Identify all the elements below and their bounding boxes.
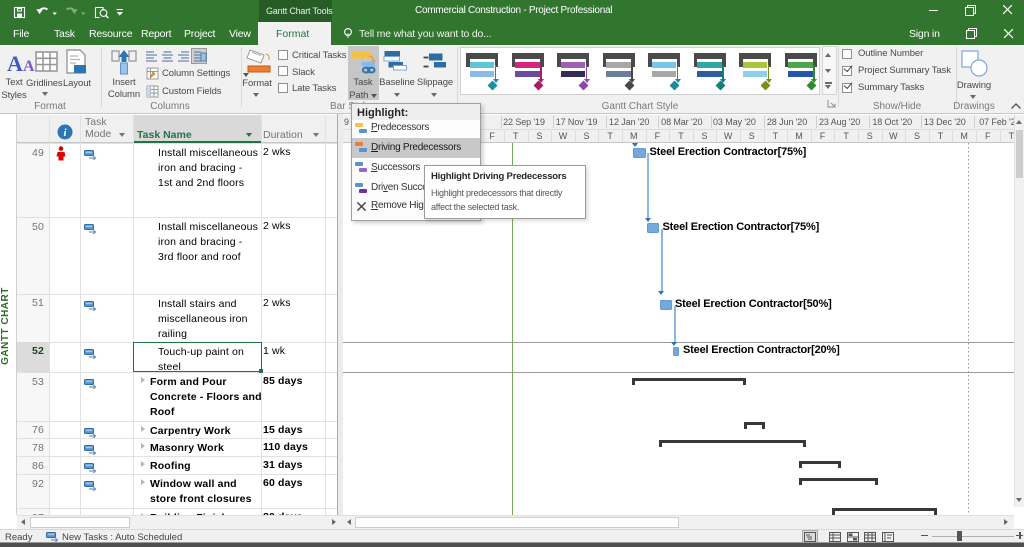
- svg-text:A: A: [7, 51, 23, 74]
